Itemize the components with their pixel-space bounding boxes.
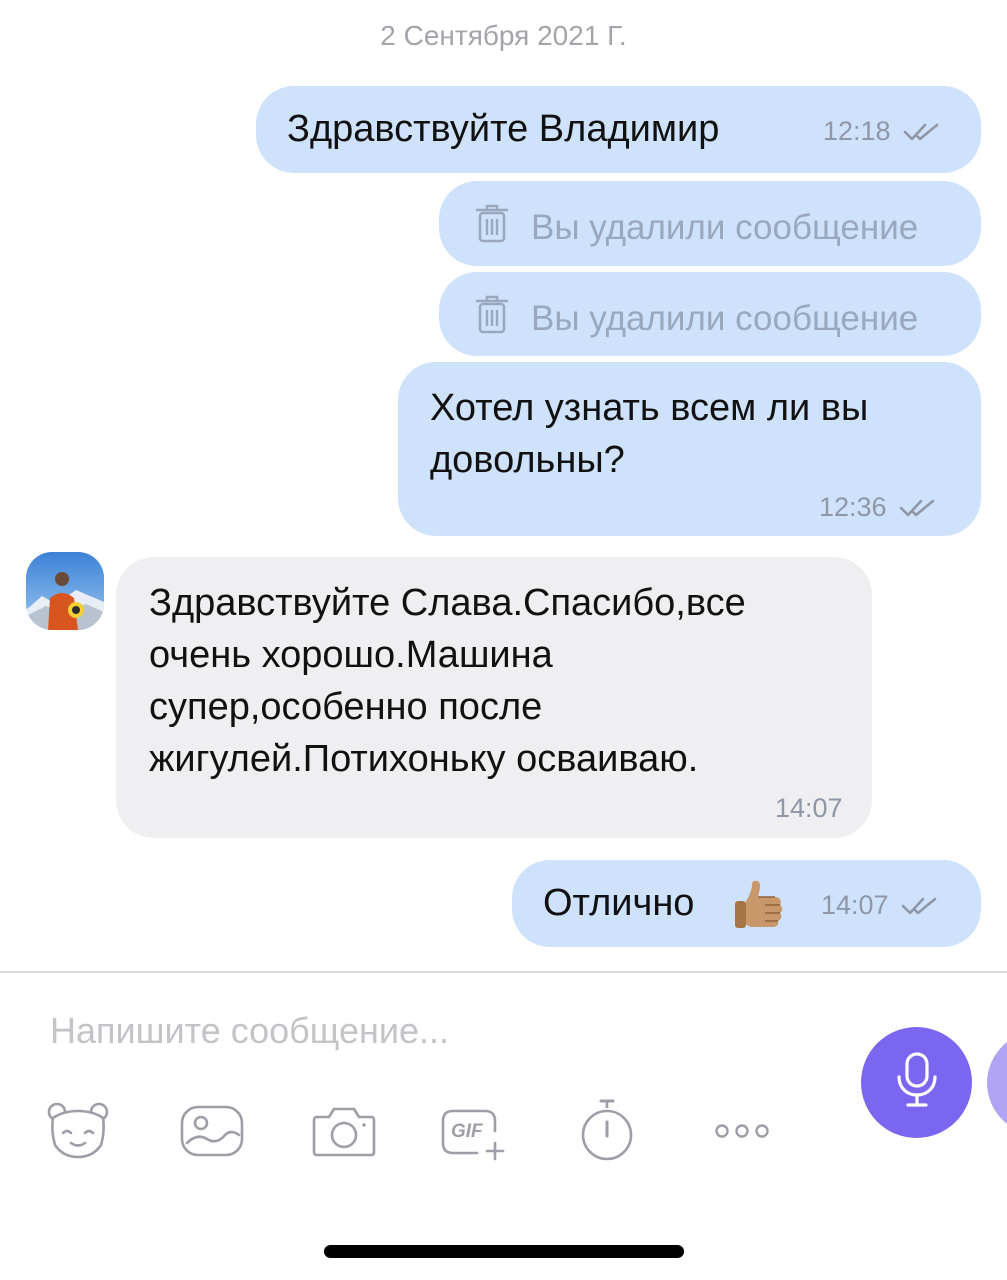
message-meta: 12:18	[823, 116, 943, 147]
deleted-row: Вы удалили сообщение	[475, 294, 918, 343]
gallery-icon	[179, 1103, 245, 1164]
date-separator: 2 Сентября 2021 Г.	[380, 20, 627, 51]
message-line: супер,особенно после	[149, 686, 543, 728]
message-line: Хотел узнать всем ли вы	[430, 387, 869, 429]
message-line: жигулей.Потихоньку осваиваю.	[149, 738, 699, 780]
message-input[interactable]	[50, 1008, 810, 1054]
message-text: Отлично	[543, 882, 695, 924]
deleted-message[interactable]: Вы удалили сообщение	[439, 272, 981, 356]
sticker-button[interactable]	[42, 1100, 114, 1166]
trash-icon	[475, 294, 509, 343]
microphone-icon	[895, 1051, 939, 1114]
message-meta: 14:07	[775, 793, 843, 824]
deleted-text: Вы удалили сообщение	[531, 298, 919, 338]
contact-avatar[interactable]	[26, 552, 104, 630]
read-checkmarks-icon	[899, 498, 939, 518]
outgoing-message[interactable]: Отлично 14:07	[512, 860, 981, 947]
message-line: довольны?	[430, 439, 625, 481]
message-meta: 14:07	[821, 890, 941, 921]
message-time: 14:07	[775, 793, 843, 823]
timer-button[interactable]	[571, 1098, 643, 1169]
gallery-button[interactable]	[176, 1100, 248, 1166]
deleted-message[interactable]: Вы удалили сообщение	[439, 181, 981, 266]
timer-icon	[579, 1098, 635, 1169]
message-text: Хотел узнать всем ли вы довольны?	[430, 382, 868, 486]
gif-icon: GIF	[437, 1103, 509, 1163]
chat-screen: 2 Сентября 2021 Г. Здравствуйте Владимир…	[0, 0, 1007, 1280]
composer-divider	[0, 971, 1007, 973]
deleted-text: Вы удалили сообщение	[531, 207, 919, 247]
outgoing-message[interactable]: Здравствуйте Владимир 12:18	[256, 86, 981, 173]
trash-icon	[475, 203, 509, 252]
read-checkmarks-icon	[903, 122, 943, 142]
home-indicator[interactable]	[324, 1245, 684, 1258]
message-text: Здравствуйте Владимир	[287, 108, 720, 150]
secondary-action-button[interactable]	[987, 1030, 1007, 1136]
thumbs-up-icon	[731, 877, 787, 938]
message-time: 12:36	[819, 492, 887, 522]
message-text: Здравствуйте Слава.Спасибо,все очень хор…	[149, 577, 746, 785]
more-button[interactable]	[706, 1100, 778, 1166]
message-meta: 12:36	[819, 492, 939, 523]
more-icon	[712, 1121, 772, 1146]
deleted-row: Вы удалили сообщение	[475, 203, 918, 252]
camera-button[interactable]	[308, 1100, 380, 1166]
message-time: 14:07	[821, 890, 889, 920]
outgoing-message[interactable]: Хотел узнать всем ли вы довольны? 12:36	[398, 362, 981, 536]
incoming-message[interactable]: Здравствуйте Слава.Спасибо,все очень хор…	[116, 557, 872, 838]
gif-button[interactable]: GIF	[437, 1100, 509, 1166]
gif-label: GIF	[451, 1121, 483, 1142]
message-line: очень хорошо.Машина	[149, 634, 553, 676]
message-time: 12:18	[823, 116, 891, 146]
camera-icon	[311, 1103, 377, 1164]
sticker-icon	[45, 1101, 111, 1166]
message-line: Здравствуйте Слава.Спасибо,все	[149, 582, 746, 624]
read-checkmarks-icon	[901, 896, 941, 916]
microphone-button[interactable]	[861, 1027, 972, 1138]
